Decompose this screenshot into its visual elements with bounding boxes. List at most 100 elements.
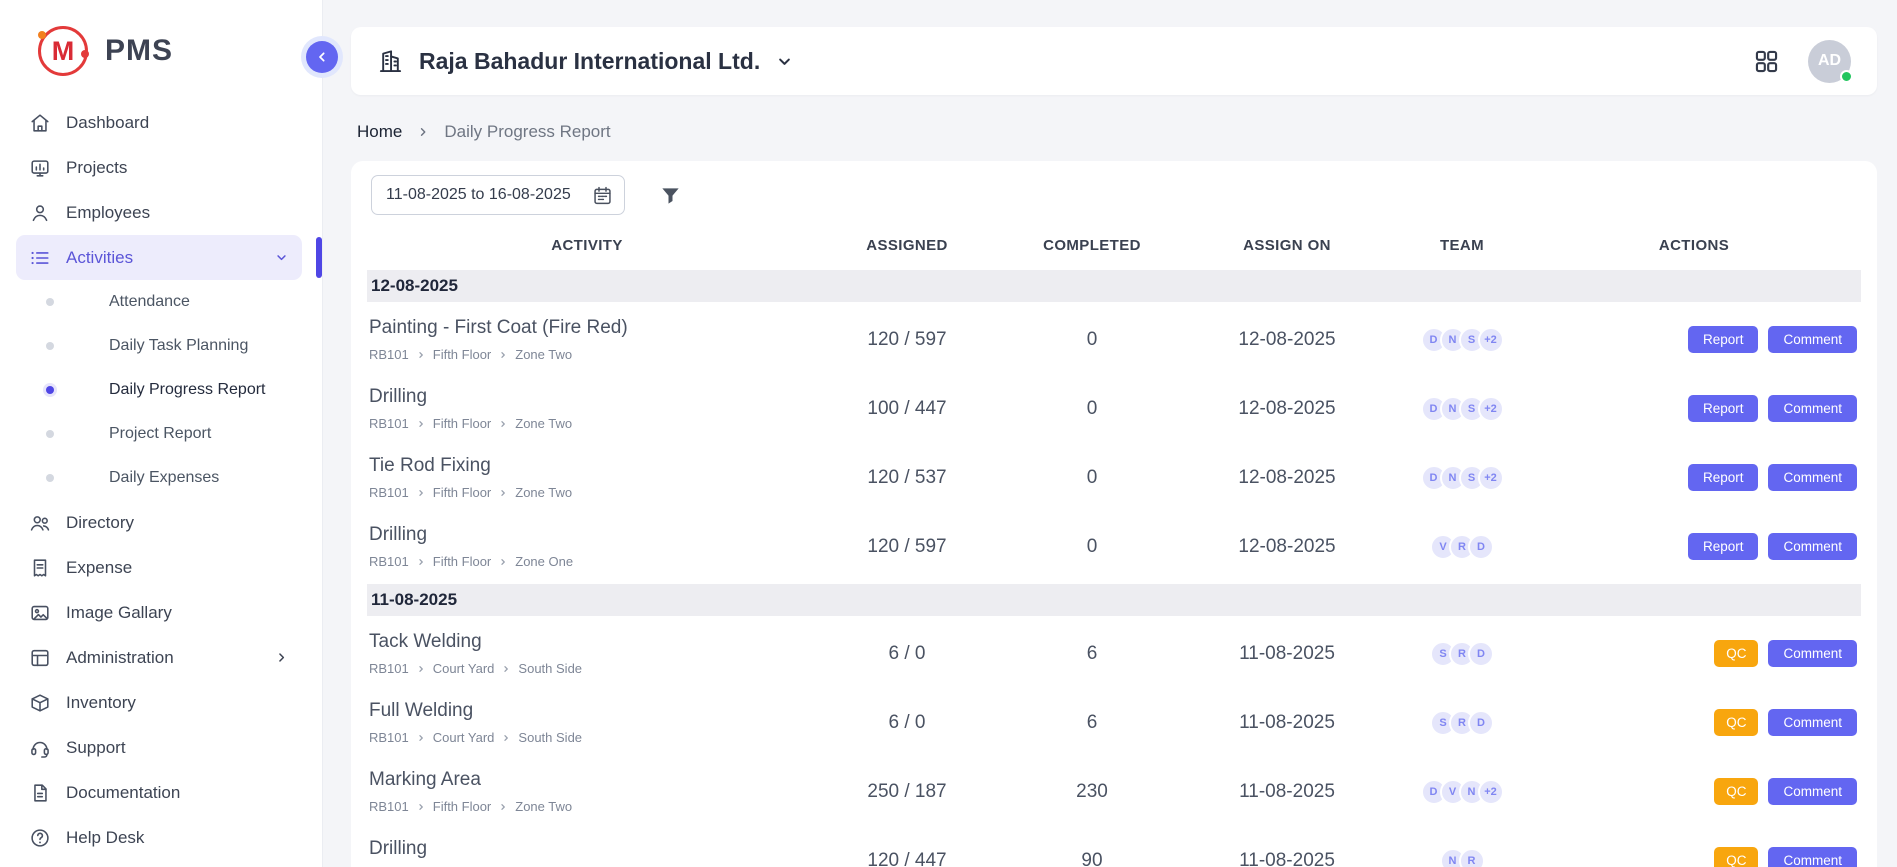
activities-submenu: Attendance Daily Task PlanningDaily Progr… bbox=[16, 280, 302, 500]
comment-button[interactable]: Comment bbox=[1768, 326, 1857, 353]
company-selector[interactable]: Raja Bahadur International Ltd. bbox=[377, 48, 794, 75]
support-icon bbox=[29, 737, 51, 759]
activity-path: RB101Fifth FloorZone One bbox=[369, 554, 807, 569]
activity-path: RB101Fifth FloorZone Two bbox=[369, 799, 807, 814]
qc-button[interactable]: QC bbox=[1714, 709, 1758, 736]
activity-name: Painting - First Coat (Fire Red) bbox=[369, 317, 807, 339]
report-button[interactable]: Report bbox=[1688, 533, 1759, 560]
comment-button[interactable]: Comment bbox=[1768, 464, 1857, 491]
team-avatar: +2 bbox=[1478, 327, 1504, 353]
activity-name: Tie Rod Fixing bbox=[369, 455, 807, 477]
assign-on-value: 12-08-2025 bbox=[1177, 398, 1397, 420]
activity-name: Drilling bbox=[369, 524, 807, 546]
path-segment: RB101 bbox=[369, 416, 409, 431]
qc-button[interactable]: QC bbox=[1714, 640, 1758, 667]
sidebar-item-image-gallary[interactable]: Image Gallary bbox=[16, 590, 302, 635]
date-group-header: 11-08-2025 bbox=[367, 584, 1861, 616]
sidebar-item-help-desk[interactable]: Help Desk bbox=[16, 815, 302, 860]
sidebar-subitem-attendance[interactable]: Attendance bbox=[16, 280, 302, 324]
date-range-input[interactable]: 11-08-2025 to 16-08-2025 bbox=[371, 175, 625, 215]
apps-grid-button[interactable] bbox=[1753, 48, 1780, 75]
bullet-icon bbox=[46, 298, 54, 306]
path-segment: RB101 bbox=[369, 347, 409, 362]
completed-value: 0 bbox=[1007, 398, 1177, 420]
sidebar-collapse-button[interactable] bbox=[306, 41, 338, 73]
report-button[interactable]: Report bbox=[1688, 464, 1759, 491]
sidebar-menu: DashboardProjectsEmployeesActivitiesAtte… bbox=[0, 88, 322, 860]
activity-name: Full Welding bbox=[369, 700, 807, 722]
chevron-right-icon bbox=[416, 802, 426, 812]
logo-icon: M bbox=[38, 26, 88, 76]
path-segment: Zone Two bbox=[515, 347, 572, 362]
comment-button[interactable]: Comment bbox=[1768, 533, 1857, 560]
sidebar-subitem-label: Attendance bbox=[109, 293, 190, 311]
path-segment: Zone Two bbox=[515, 799, 572, 814]
sidebar-subitem-daily-expenses[interactable]: Daily Expenses bbox=[16, 456, 302, 500]
actions-cell: QC Comment bbox=[1527, 847, 1861, 867]
user-avatar[interactable]: AD bbox=[1808, 40, 1851, 83]
assign-on-value: 12-08-2025 bbox=[1177, 536, 1397, 558]
sidebar-item-support[interactable]: Support bbox=[16, 725, 302, 770]
qc-button[interactable]: QC bbox=[1714, 778, 1758, 805]
path-segment: South Side bbox=[518, 661, 582, 676]
sidebar-item-label: Image Gallary bbox=[66, 603, 172, 623]
team-avatars: VRD bbox=[1397, 534, 1527, 560]
app-root: M PMS DashboardProjectsEmployeesActiviti… bbox=[0, 0, 1897, 867]
bullet-icon bbox=[46, 386, 54, 394]
sidebar-subitem-label: Project Report bbox=[109, 425, 211, 443]
home-icon bbox=[29, 112, 51, 134]
activity-cell: Painting - First Coat (Fire Red)RB101Fif… bbox=[367, 317, 807, 362]
qc-button[interactable]: QC bbox=[1714, 847, 1758, 867]
bullet-icon bbox=[46, 342, 54, 350]
expense-icon bbox=[29, 557, 51, 579]
completed-value: 0 bbox=[1007, 329, 1177, 351]
sidebar-item-expense[interactable]: Expense bbox=[16, 545, 302, 590]
activity-cell: Tie Rod FixingRB101Fifth FloorZone Two bbox=[367, 455, 807, 500]
inventory-icon bbox=[29, 692, 51, 714]
directory-icon bbox=[29, 512, 51, 534]
date-range-value: 11-08-2025 to 16-08-2025 bbox=[386, 186, 571, 204]
assigned-value: 120 / 537 bbox=[807, 467, 1007, 489]
sidebar-subitem-daily-progress-report[interactable]: Daily Progress Report bbox=[16, 368, 302, 412]
chevron-right-icon bbox=[416, 557, 426, 567]
activity-path: RB101Court YardSouth Side bbox=[369, 661, 807, 676]
documentation-icon bbox=[29, 782, 51, 804]
employees-icon bbox=[29, 202, 51, 224]
chevron-right-icon bbox=[416, 664, 426, 674]
team-avatars: DNS+2 bbox=[1397, 396, 1527, 422]
calendar-icon bbox=[592, 185, 613, 206]
actions-cell: QC Comment bbox=[1527, 709, 1861, 736]
report-button[interactable]: Report bbox=[1688, 395, 1759, 422]
column-header-assigned: ASSIGNED bbox=[807, 237, 1007, 254]
sidebar-item-employees[interactable]: Employees bbox=[16, 190, 302, 235]
chevron-right-icon bbox=[274, 650, 289, 665]
sidebar-item-documentation[interactable]: Documentation bbox=[16, 770, 302, 815]
sidebar-item-activities[interactable]: Activities bbox=[16, 235, 302, 280]
activity-name: Tack Welding bbox=[369, 631, 807, 653]
comment-button[interactable]: Comment bbox=[1768, 395, 1857, 422]
filter-button[interactable] bbox=[659, 184, 682, 207]
sidebar-item-inventory[interactable]: Inventory bbox=[16, 680, 302, 725]
sidebar-item-projects[interactable]: Projects bbox=[16, 145, 302, 190]
actions-cell: Report Comment bbox=[1527, 326, 1861, 353]
sidebar-subitem-project-report[interactable]: Project Report bbox=[16, 412, 302, 456]
comment-button[interactable]: Comment bbox=[1768, 847, 1857, 867]
sidebar-item-administration[interactable]: Administration bbox=[16, 635, 302, 680]
comment-button[interactable]: Comment bbox=[1768, 778, 1857, 805]
sidebar-subitem-daily-task-planning[interactable]: Daily Task Planning bbox=[16, 324, 302, 368]
sidebar-item-directory[interactable]: Directory bbox=[16, 500, 302, 545]
chevron-right-icon bbox=[501, 664, 511, 674]
path-segment: Zone Two bbox=[515, 485, 572, 500]
report-button[interactable]: Report bbox=[1688, 326, 1759, 353]
assign-on-value: 11-08-2025 bbox=[1177, 712, 1397, 734]
activity-name: Drilling bbox=[369, 838, 807, 860]
actions-cell: Report Comment bbox=[1527, 464, 1861, 491]
table-row: Tie Rod FixingRB101Fifth FloorZone Two12… bbox=[367, 443, 1861, 512]
breadcrumb-home-link[interactable]: Home bbox=[357, 122, 402, 142]
chevron-down-icon bbox=[274, 250, 289, 265]
sidebar-item-dashboard[interactable]: Dashboard bbox=[16, 100, 302, 145]
comment-button[interactable]: Comment bbox=[1768, 640, 1857, 667]
chevron-right-icon bbox=[416, 488, 426, 498]
comment-button[interactable]: Comment bbox=[1768, 709, 1857, 736]
sidebar-item-label: Help Desk bbox=[66, 828, 144, 848]
